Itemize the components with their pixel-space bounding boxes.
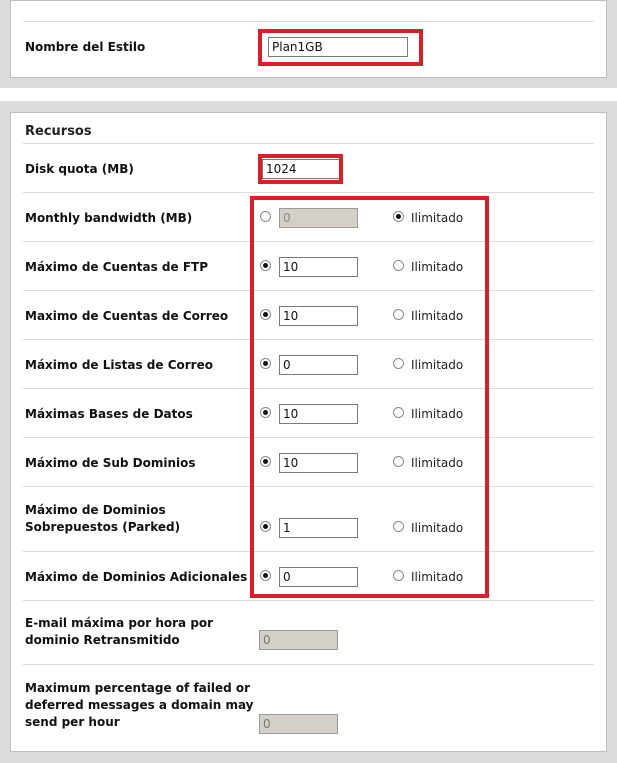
bandwidth-label: Monthly bandwidth (MB) (25, 211, 193, 225)
failed-percentage-input (259, 714, 338, 734)
divider (23, 143, 594, 144)
addon-domains-label: Máximo de Dominios Adicionales (25, 570, 248, 584)
email-relay-label: E-mail máxima por hora por dominio Retra… (25, 616, 214, 647)
email-relay-input (259, 630, 338, 650)
style-name-label: Nombre del Estilo (25, 40, 146, 54)
ftp-accounts-label: Máximo de Cuentas de FTP (25, 260, 208, 274)
failed-percentage-label: Maximum percentage of failed or deferred… (25, 681, 254, 729)
highlight-box-disk-quota (258, 154, 343, 184)
databases-label: Máximas Bases de Datos (25, 407, 193, 421)
divider (23, 192, 594, 193)
divider (23, 664, 594, 665)
highlight-box-style-name (258, 29, 423, 66)
email-accounts-label: Maximo de Cuentas de Correo (25, 309, 229, 323)
parked-domains-label: Máximo de Dominios Sobrepuestos (Parked) (25, 503, 181, 534)
highlight-box-limits (250, 196, 489, 598)
divider (23, 21, 594, 22)
style-name-panel: Nombre del Estilo (0, 0, 617, 88)
divider (23, 600, 594, 601)
mailing-lists-label: Máximo de Listas de Correo (25, 358, 213, 372)
resources-title: Recursos (25, 124, 92, 139)
disk-quota-label: Disk quota (MB) (25, 162, 134, 176)
subdomains-label: Máximo de Sub Dominios (25, 456, 196, 470)
